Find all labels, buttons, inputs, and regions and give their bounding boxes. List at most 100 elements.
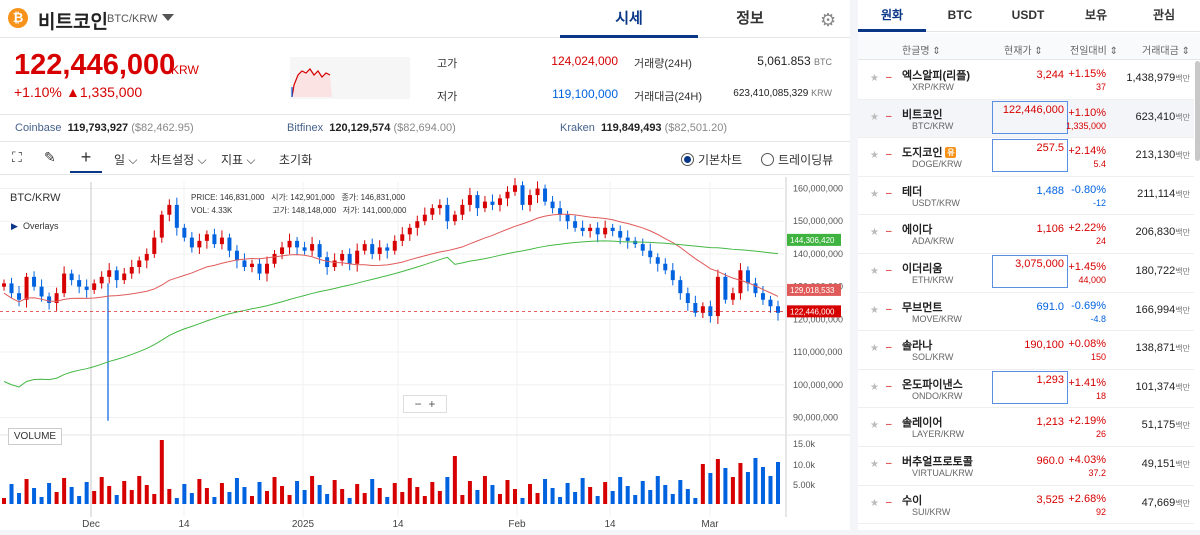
volume-bar [182,484,187,504]
x-tick-label: 14 [178,519,190,530]
tab-krw[interactable]: 원화 [858,0,926,32]
volume-bar [670,494,675,504]
col-volume[interactable]: 거래대금 ⇕ [1142,42,1190,57]
volume-tick-label: 5.00k [793,480,816,490]
market-row[interactable]: ★ – 무브먼트 MOVE/KRW 691.0 -0.69% -4.8 166,994백만 [858,293,1194,332]
interval-select[interactable]: 일 ⌵ [114,151,137,168]
change-diff: 150 [1090,352,1106,363]
market-row[interactable]: ★ – 도지코인 유 DOGE/KRW 257.5 +2.14% 5.4 213,130백만 [858,138,1194,177]
volume-bar [370,479,375,504]
pencil-icon[interactable]: ✎ [44,149,56,166]
candle-body [325,257,330,268]
trade-value: 180,722백만 [1135,264,1191,277]
mini-sparkline [290,57,410,99]
volume-tick-label: 15.0k [793,439,816,449]
volume-bar [738,463,743,504]
gear-icon[interactable]: ⚙ [820,10,836,31]
volume-bar [603,482,608,504]
chart-settings-button[interactable]: 차트설정 ⌵ [150,151,207,168]
market-row[interactable]: ★ – 에이다 ADA/KRW 1,106 +2.22% 24 206,830백만 [858,215,1194,254]
chevron-down-icon[interactable] [162,14,174,21]
tab-holdings[interactable]: 보유 [1062,0,1130,32]
star-icon[interactable]: ★ [870,343,879,354]
coin-pair: XRP/KRW [912,82,954,92]
price-chart[interactable]: 160,000,000150,000,000140,000,000130,000… [0,177,850,530]
candlestick-chart[interactable]: 160,000,000150,000,000140,000,000130,000… [0,177,850,530]
candle-body [84,286,89,290]
volume-bar [663,485,668,504]
change-rate: -0.69% [1071,299,1106,312]
star-icon[interactable]: ★ [870,382,879,393]
star-icon[interactable]: ★ [870,227,879,238]
volume-bar [272,477,277,504]
candle-body [618,231,623,238]
basic-chart-radio[interactable]: 기본차트 [681,151,742,168]
y-tick-label: 160,000,000 [793,184,843,194]
volume-bar [558,497,563,504]
star-icon[interactable]: ★ [870,73,879,84]
market-row[interactable]: ★ – 이더리움 ETH/KRW 3,075,000 +1.45% 44,000 180,72… [858,254,1194,293]
tab-usdt[interactable]: USDT [994,0,1062,32]
candle-body [39,286,44,297]
market-row[interactable]: ★ – 솔라나 SOL/KRW 190,100 +0.08% 150 138,871백만 [858,331,1194,370]
volume-bar [257,482,262,504]
col-name[interactable]: 한글명 ⇕ [902,42,941,57]
volume-bar [422,496,427,504]
candle-body [512,185,517,192]
current-price: 1,488 [1036,184,1064,197]
plot-area [0,177,786,517]
market-row[interactable]: ★ – 솔레이어 LAYER/KRW 1,213 +2.19% 26 51,175백만 [858,408,1194,447]
volume-bar [197,479,202,504]
col-price[interactable]: 현재가 ⇕ [1004,42,1043,57]
star-icon[interactable]: ★ [870,112,879,123]
market-row[interactable]: ★ – 버추얼프로토콜 VIRTUAL/KRW 960.0 +4.03% 37.2 49,15… [858,447,1194,486]
overlays-toggle[interactable]: ▶ Overlays [11,221,58,232]
tab-favorites[interactable]: 관심 [1130,0,1198,32]
crosshair-icon[interactable]: + [70,143,102,173]
y-tick-label: 100,000,000 [793,380,843,390]
candle-body [317,244,322,258]
reset-button[interactable]: 초기화 [279,151,312,168]
coin-name: 수이 [902,494,923,507]
volume-label: 거래량(24H) [634,58,692,70]
tab-btc[interactable]: BTC [926,0,994,32]
volume-bar [174,498,179,504]
market-row[interactable]: ★ – 온도파이낸스 ONDO/KRW 1,293 +1.41% 18 101,374백만 [858,370,1194,409]
volume-bar [550,488,555,504]
candle-body [122,273,127,281]
candle-body [663,263,668,271]
star-icon[interactable]: ★ [870,150,879,161]
current-price: 1,106 [1036,223,1064,236]
zoom-controls[interactable]: − + [403,395,447,413]
star-icon[interactable]: ★ [870,459,879,470]
current-price: 122,446,000 [14,49,176,81]
candle-body [505,191,510,199]
col-change[interactable]: 전일대비 ⇕ [1070,42,1118,57]
fullscreen-icon[interactable]: ⛶ [12,149,22,166]
coin-name: 솔레이어 [902,417,943,430]
tradingview-radio[interactable]: 트레이딩뷰 [761,151,833,168]
scrollbar[interactable] [1195,61,1200,161]
coin-name: 도지코인 유 [902,147,957,160]
change-amount: ▲1,335,000 [66,84,143,100]
coin-header: ₿ 비트코인 BTC/KRW 시세 정보 ⚙ [0,0,850,38]
star-icon[interactable]: ★ [870,498,879,509]
star-icon[interactable]: ★ [870,189,879,200]
star-icon[interactable]: ★ [870,420,879,431]
indicators-button[interactable]: 지표 ⌵ [221,151,256,168]
market-row[interactable]: ★ – 테더 USDT/KRW 1,488 -0.80% -12 211,114백만 [858,177,1194,216]
trade-value: 138,871백만 [1135,342,1191,355]
candle-body [69,273,74,281]
coin-name: 테더 [902,185,923,198]
market-row[interactable]: ★ – 엑스알피(리플) XRP/KRW 3,244 +1.15% 37 1,438,979백… [858,61,1194,100]
star-icon[interactable]: ★ [870,266,879,277]
volume-bar [355,484,360,504]
candle-body [152,237,157,254]
coin-pair: ETH/KRW [912,274,954,285]
tab-info[interactable]: 정보 [698,0,802,38]
market-row[interactable]: ★ – 수이 SUI/KRW 3,525 +2.68% 92 47,669백만 [858,486,1194,525]
market-row[interactable]: ★ – 비트코인 BTC/KRW 122,446,000 +1.10% 1,335,000 6… [858,99,1194,139]
star-icon[interactable]: ★ [870,305,879,316]
tab-quote[interactable]: 시세 [560,0,698,38]
candle-body [482,201,487,209]
